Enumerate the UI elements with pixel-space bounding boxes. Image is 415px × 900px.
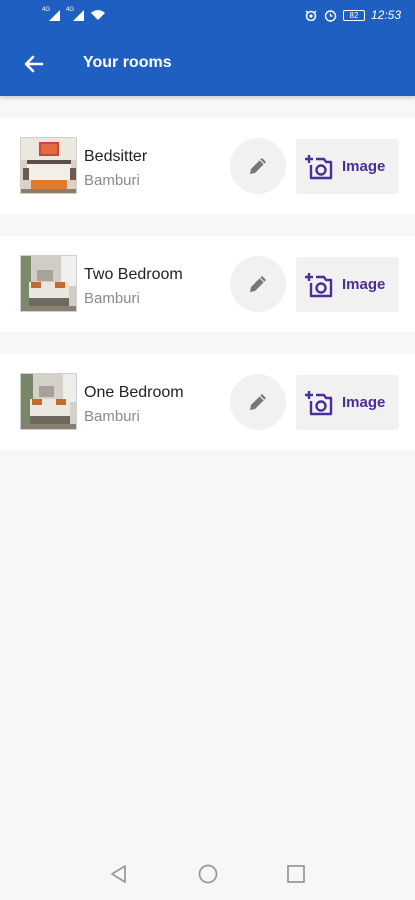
room-location: Bamburi (84, 408, 140, 425)
room-thumbnail (20, 373, 77, 430)
alarm-icon (324, 9, 337, 22)
clock: 12:53 (370, 8, 401, 22)
room-card[interactable]: One Bedroom Bamburi Image (0, 354, 415, 450)
room-location: Bamburi (84, 290, 140, 307)
edit-room-button[interactable] (230, 138, 286, 194)
room-card[interactable]: Two Bedroom Bamburi Image (0, 236, 415, 332)
add-image-button[interactable]: Image (296, 375, 399, 430)
recents-square-icon[interactable] (284, 862, 308, 886)
add-photo-icon (305, 272, 333, 297)
room-name: Two Bedroom (84, 266, 183, 283)
battery-icon: 82 (342, 9, 365, 21)
signal-icon-2: 4G (66, 7, 84, 21)
edit-room-button[interactable] (230, 256, 286, 312)
navigation-bar (0, 848, 415, 900)
room-name: Bedsitter (84, 148, 148, 165)
arrow-left-icon (24, 55, 44, 73)
status-right: 82 12:53 (304, 8, 401, 22)
add-photo-icon (305, 390, 333, 415)
top-bar: 4G 4G 82 12:53 Your rooms (0, 0, 415, 96)
add-image-label: Image (342, 276, 386, 293)
eye-icon (305, 10, 317, 21)
back-triangle-icon[interactable] (107, 862, 131, 886)
pencil-icon (250, 276, 266, 292)
back-button[interactable] (14, 44, 54, 84)
add-image-button[interactable]: Image (296, 139, 399, 194)
room-name: One Bedroom (84, 384, 184, 401)
add-image-button[interactable]: Image (296, 257, 399, 312)
room-location: Bamburi (84, 172, 140, 189)
signal-icon: 4G (42, 7, 60, 21)
pencil-icon (250, 394, 266, 410)
add-photo-icon (305, 154, 333, 179)
page-title: Your rooms (83, 54, 172, 71)
wifi-icon (91, 10, 105, 20)
room-card[interactable]: Bedsitter Bamburi Image (0, 118, 415, 214)
status-bar: 4G 4G 82 12:53 (0, 0, 415, 32)
pencil-icon (250, 158, 266, 174)
room-thumbnail (20, 137, 77, 194)
home-circle-icon[interactable] (196, 862, 220, 886)
add-image-label: Image (342, 394, 386, 411)
room-thumbnail (20, 255, 77, 312)
app-bar: Your rooms (0, 32, 415, 96)
add-image-label: Image (342, 158, 386, 175)
status-left: 4G 4G (42, 7, 106, 21)
edit-room-button[interactable] (230, 374, 286, 430)
